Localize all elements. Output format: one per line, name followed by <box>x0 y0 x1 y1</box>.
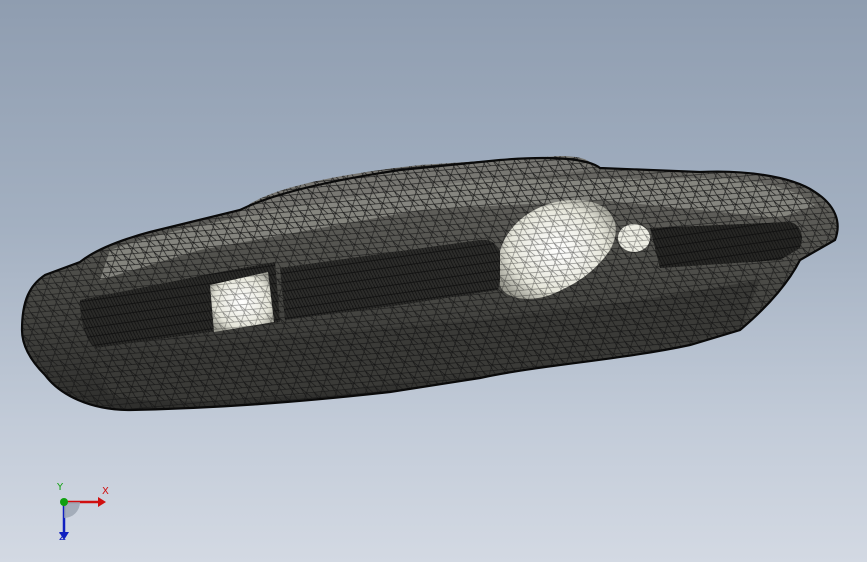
axis-x-label: X <box>102 486 109 497</box>
graphics-viewport[interactable]: X Y Z <box>0 0 867 562</box>
axis-z-label: Z <box>59 532 66 543</box>
headlamp-model[interactable] <box>20 156 839 412</box>
axis-y-label: Y <box>57 482 64 493</box>
reference-triad: X Y Z <box>40 480 120 550</box>
model-canvas[interactable] <box>0 0 867 562</box>
